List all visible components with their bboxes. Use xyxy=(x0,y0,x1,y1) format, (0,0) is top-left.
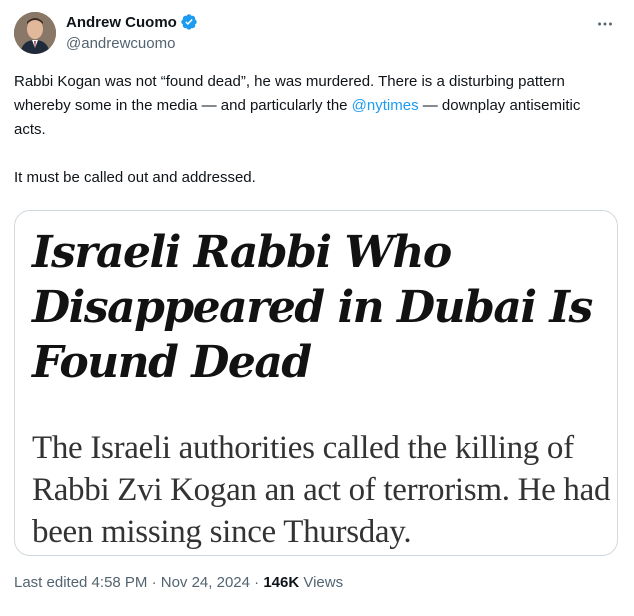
edited-timestamp[interactable]: Last edited 4:58 PM · Nov 24, 2024 · xyxy=(14,574,263,591)
handle[interactable]: @andrewcuomo xyxy=(66,35,198,52)
display-name[interactable]: Andrew Cuomo xyxy=(66,14,177,31)
views-label: Views xyxy=(299,574,344,591)
tweet-paragraph: Rabbi Kogan was not “found dead”, he was… xyxy=(14,70,610,142)
article-card[interactable]: Israeli Rabbi Who Disappeared in Dubai I… xyxy=(14,210,618,556)
verified-badge-icon xyxy=(180,13,198,31)
article-summary: The Israeli authorities called the killi… xyxy=(32,430,611,550)
tweet-metadata: Last edited 4:58 PM · Nov 24, 2024 · 146… xyxy=(14,574,343,591)
tweet-header: Andrew Cuomo @andrewcuomo xyxy=(14,10,620,58)
mention-link[interactable]: @nytimes xyxy=(352,97,419,114)
avatar-image xyxy=(14,12,56,54)
tweet-paragraph: It must be called out and addressed. xyxy=(14,169,256,186)
more-horizontal-icon[interactable] xyxy=(594,14,616,36)
article-headline: Israeli Rabbi Who Disappeared in Dubai I… xyxy=(32,227,593,388)
avatar[interactable] xyxy=(14,12,56,54)
views-count: 146K xyxy=(263,574,300,591)
tweet-text: Rabbi Kogan was not “found dead”, he was… xyxy=(14,70,610,190)
author-info: Andrew Cuomo @andrewcuomo xyxy=(66,12,198,52)
